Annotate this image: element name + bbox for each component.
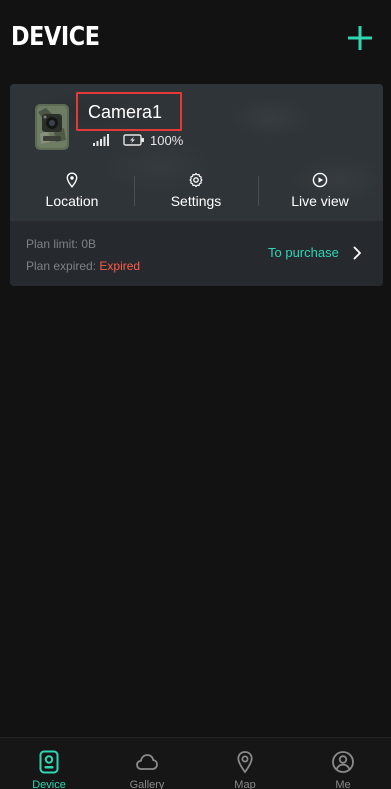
tab-gallery-label: Gallery bbox=[129, 779, 165, 789]
tab-gallery[interactable]: Gallery bbox=[98, 738, 196, 789]
plan-limit: Plan limit: 0B bbox=[26, 237, 97, 251]
header: DEVICE bbox=[0, 0, 391, 76]
live-view-label: Live view bbox=[291, 193, 349, 209]
app-root: DEVICE Camera1 100% Location Settings Li… bbox=[0, 0, 391, 789]
tab-me-label: Me bbox=[335, 779, 351, 789]
device-card-top: Camera1 100% Location Settings Live view bbox=[10, 84, 383, 221]
user-icon bbox=[332, 751, 354, 773]
camera-thumbnail bbox=[35, 104, 69, 150]
plan-section: Plan limit: 0B Plan expired: Expired To … bbox=[10, 221, 383, 286]
map-pin-icon bbox=[237, 751, 253, 774]
play-circle-icon bbox=[312, 172, 328, 188]
page-title: DEVICE bbox=[11, 22, 100, 52]
gear-icon bbox=[189, 172, 203, 188]
plan-expired: Plan expired: Expired bbox=[26, 259, 140, 273]
camera-device-icon bbox=[39, 750, 59, 774]
tab-me[interactable]: Me bbox=[294, 738, 391, 789]
battery-charging-icon bbox=[123, 134, 144, 146]
bottom-tab-bar: Device Gallery Map Me bbox=[0, 737, 391, 789]
signal-bars-icon bbox=[93, 134, 109, 146]
location-button[interactable]: Location bbox=[10, 172, 134, 212]
settings-label: Settings bbox=[170, 193, 222, 209]
location-pin-icon bbox=[66, 172, 78, 188]
live-view-button[interactable]: Live view bbox=[258, 172, 382, 212]
tab-device[interactable]: Device bbox=[0, 738, 98, 789]
location-label: Location bbox=[45, 193, 99, 209]
plan-expired-value: Expired bbox=[99, 259, 141, 273]
chevron-right-icon[interactable] bbox=[352, 246, 362, 260]
camera-name: Camera1 bbox=[88, 102, 163, 122]
battery-percent: 100% bbox=[150, 133, 184, 148]
plan-expired-label: Plan expired: bbox=[26, 259, 100, 273]
tab-map-label: Map bbox=[234, 779, 256, 789]
tab-device-label: Device bbox=[32, 779, 66, 789]
plus-icon[interactable] bbox=[346, 24, 374, 52]
cloud-icon bbox=[136, 754, 158, 770]
tab-map[interactable]: Map bbox=[196, 738, 294, 789]
settings-button[interactable]: Settings bbox=[134, 172, 258, 212]
device-card[interactable]: Camera1 100% Location Settings Live view… bbox=[10, 84, 383, 286]
to-purchase-link[interactable]: To purchase bbox=[268, 245, 339, 260]
